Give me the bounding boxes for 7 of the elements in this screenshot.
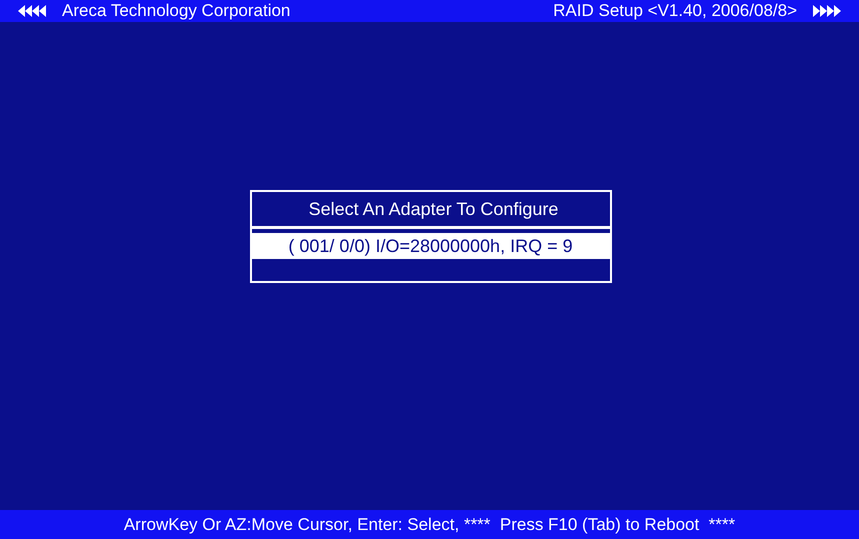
left-arrows-icon <box>18 5 48 17</box>
right-arrows-icon <box>811 5 841 17</box>
adapter-item[interactable]: ( 001/ 0/0) I/O=28000000h, IRQ = 9 <box>252 233 610 259</box>
status-hint: ArrowKey Or AZ:Move Cursor, Enter: Select, **** Press F10 (Tab) to Reboot **** <box>0 510 859 539</box>
program-title: RAID Setup <V1.40, 2006/08/8> <box>553 1 797 21</box>
company-name: Areca Technology Corporation <box>62 1 292 21</box>
dialog-title: Select An Adapter To Configure <box>252 192 610 229</box>
